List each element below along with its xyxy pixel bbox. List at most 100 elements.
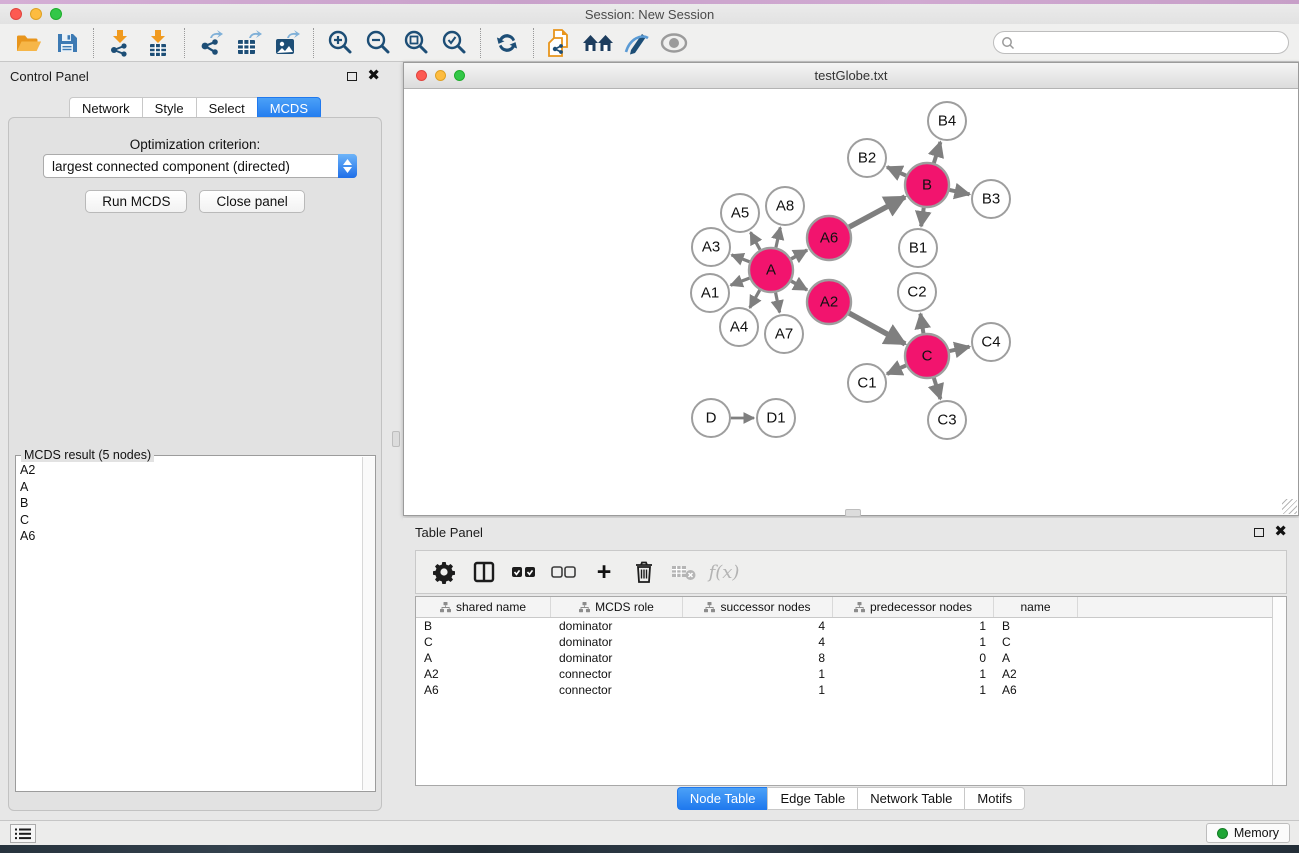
float-panel-icon[interactable] [347,72,357,81]
new-network-from-selection-icon[interactable] [541,27,579,59]
open-session-icon[interactable] [10,27,48,59]
export-network-icon[interactable] [192,27,230,59]
table-row[interactable]: Cdominator41C [416,634,1286,650]
column-header-successor-nodes[interactable]: successor nodes [683,597,833,617]
result-item[interactable]: A6 [20,528,361,545]
network-window-titlebar[interactable]: testGlobe.txt [404,63,1298,89]
tab-node-table[interactable]: Node Table [677,787,768,810]
node-C3[interactable]: C3 [928,401,966,439]
close-panel-icon[interactable]: ✖ [367,71,380,81]
edge-A-A7[interactable] [776,293,780,313]
close-panel-icon[interactable]: ✖ [1274,527,1287,537]
table-row[interactable]: Adominator80A [416,650,1286,666]
task-history-button[interactable] [10,824,36,843]
result-scrollbar[interactable] [362,457,375,790]
node-B2[interactable]: B2 [848,139,886,177]
column-header-shared-name[interactable]: shared name [416,597,551,617]
export-image-icon[interactable] [268,27,306,59]
edge-B-B4[interactable] [934,142,941,163]
import-table-icon[interactable] [139,27,177,59]
table-scrollbar[interactable] [1272,597,1286,785]
node-A2[interactable]: A2 [807,280,851,324]
window-resize-grip[interactable] [1282,499,1297,514]
result-item[interactable]: B [20,495,361,512]
result-item[interactable]: A2 [20,462,361,479]
table-settings-gear-icon[interactable] [426,555,462,589]
edge-A-A1[interactable] [731,278,750,285]
network-canvas[interactable]: B4B2BB3A8A5A6A3B1AA1C2A2A4A7C4CC1C3DD1 [404,89,1298,515]
cybrowser-home-icon[interactable] [579,27,617,59]
node-A6[interactable]: A6 [807,216,851,260]
node-C1[interactable]: C1 [848,364,886,402]
select-all-rows-icon[interactable] [506,555,542,589]
node-B3[interactable]: B3 [972,180,1010,218]
node-C2[interactable]: C2 [898,273,936,311]
edge-A-A4[interactable] [750,290,760,308]
edge-A-A5[interactable] [751,232,761,249]
column-visibility-icon[interactable] [466,555,502,589]
tab-motifs[interactable]: Motifs [964,787,1025,810]
node-A5[interactable]: A5 [721,194,759,232]
close-panel-button[interactable]: Close panel [199,190,304,213]
add-column-icon[interactable]: + [586,555,622,589]
vertical-splitter[interactable] [390,62,403,820]
node-C4[interactable]: C4 [972,323,1010,361]
run-mcds-button[interactable]: Run MCDS [85,190,187,213]
node-A1[interactable]: A1 [691,274,729,312]
node-B[interactable]: B [905,163,949,207]
mcds-result-list[interactable]: A2ABCA6 [20,462,361,790]
refresh-icon[interactable] [488,27,526,59]
node-A7[interactable]: A7 [765,315,803,353]
edge-A2-C[interactable] [849,313,905,344]
column-header-MCDS-role[interactable]: MCDS role [551,597,683,617]
node-A[interactable]: A [749,248,793,292]
node-table[interactable]: shared nameMCDS rolesuccessor nodesprede… [415,596,1287,786]
tab-network-table[interactable]: Network Table [857,787,964,810]
criterion-dropdown[interactable]: largest connected component (directed) [43,154,357,178]
node-A4[interactable]: A4 [720,308,758,346]
edge-B-B1[interactable] [921,208,924,226]
hide-annotations-icon[interactable] [617,27,655,59]
result-item[interactable]: A [20,479,361,496]
delete-column-icon[interactable] [626,555,662,589]
import-network-icon[interactable] [101,27,139,59]
result-item[interactable]: C [20,512,361,529]
edge-A6-B[interactable] [849,197,905,227]
table-row[interactable]: A6connector11A6 [416,682,1286,698]
deselect-all-rows-icon[interactable] [546,555,582,589]
node-A3[interactable]: A3 [692,228,730,266]
horizontal-splitter-grip[interactable] [845,509,861,517]
tab-edge-table[interactable]: Edge Table [767,787,857,810]
node-C[interactable]: C [905,334,949,378]
search-box[interactable] [993,31,1289,54]
export-table-icon[interactable] [230,27,268,59]
edge-A-A3[interactable] [732,255,750,262]
memory-button[interactable]: Memory [1206,823,1290,843]
float-panel-icon[interactable] [1254,528,1264,537]
edge-A-A6[interactable] [791,250,807,259]
column-header-name[interactable]: name [994,597,1078,617]
edge-C-C3[interactable] [934,378,941,399]
edge-C-C4[interactable] [949,347,969,351]
zoom-out-icon[interactable] [359,27,397,59]
node-B4[interactable]: B4 [928,102,966,140]
delete-table-icon[interactable] [666,555,702,589]
edge-C-C2[interactable] [920,314,923,334]
edge-A-A2[interactable] [791,281,807,290]
edge-A-A8[interactable] [776,227,780,247]
splitter-grip[interactable] [392,431,400,447]
node-D1[interactable]: D1 [757,399,795,437]
edge-C-C1[interactable] [887,365,906,374]
zoom-in-icon[interactable] [321,27,359,59]
show-graphics-details-icon[interactable] [655,27,693,59]
table-row[interactable]: Bdominator41B [416,618,1286,634]
zoom-fit-icon[interactable] [397,27,435,59]
node-B1[interactable]: B1 [899,229,937,267]
function-builder-icon[interactable]: f(x) [706,555,742,589]
edge-B-B3[interactable] [949,190,969,194]
node-A8[interactable]: A8 [766,187,804,225]
search-input[interactable] [1015,36,1288,50]
save-session-icon[interactable] [48,27,86,59]
table-row[interactable]: A2connector11A2 [416,666,1286,682]
column-header-predecessor-nodes[interactable]: predecessor nodes [833,597,994,617]
